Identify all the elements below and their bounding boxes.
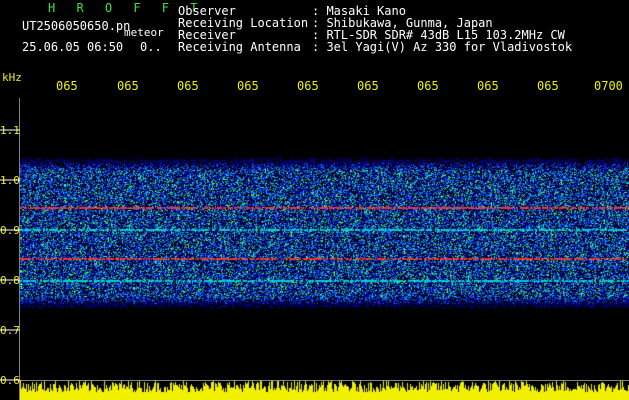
time-tick: 065 xyxy=(177,79,199,93)
noise-level-bar xyxy=(20,380,629,400)
time-tick: 065 xyxy=(297,79,319,93)
time-tick: 065 xyxy=(56,79,78,93)
antenna-value: : 3el Yagi(V) Az 330 for Vladivostok xyxy=(312,40,573,54)
file-tag: meteor xyxy=(124,26,164,39)
frequency-unit-label: kHz xyxy=(2,71,22,84)
time-tick: 065 xyxy=(537,79,559,93)
file-name: UT2506050650.pn xyxy=(22,19,131,33)
time-tick: 065 xyxy=(357,79,379,93)
time-tick: 0700 xyxy=(594,79,623,93)
spectrogram-waterfall xyxy=(20,98,629,380)
timestamp-suffix: 0.. xyxy=(140,40,162,54)
timestamp: 25.06.05 06:50 xyxy=(22,40,124,54)
time-tick: 065 xyxy=(417,79,439,93)
time-tick: 065 xyxy=(237,79,259,93)
antenna-label: Receiving Antenna xyxy=(178,40,301,54)
time-tick: 065 xyxy=(477,79,499,93)
time-tick: 065 xyxy=(117,79,139,93)
